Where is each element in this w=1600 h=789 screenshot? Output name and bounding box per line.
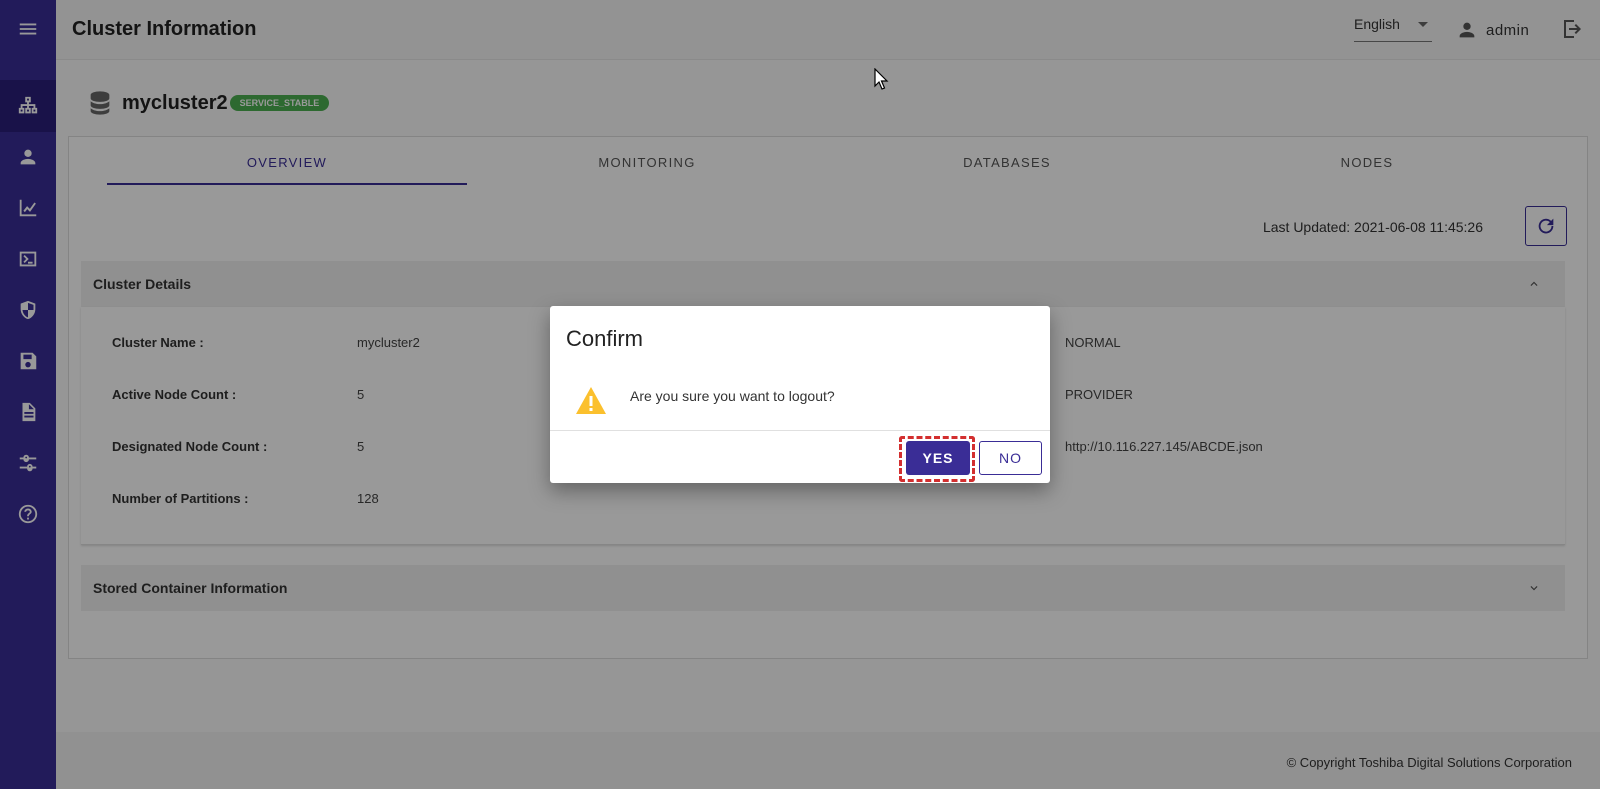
dialog-title: Confirm xyxy=(566,326,644,351)
yes-button[interactable]: YES xyxy=(906,441,970,475)
dialog-message: Are you sure you want to logout? xyxy=(630,388,835,404)
warning-icon xyxy=(576,387,606,414)
mouse-cursor-icon xyxy=(874,68,889,90)
dialog-divider xyxy=(550,430,1050,431)
confirm-dialog: Confirm Are you sure you want to logout?… xyxy=(550,306,1050,483)
no-button[interactable]: NO xyxy=(979,441,1042,475)
